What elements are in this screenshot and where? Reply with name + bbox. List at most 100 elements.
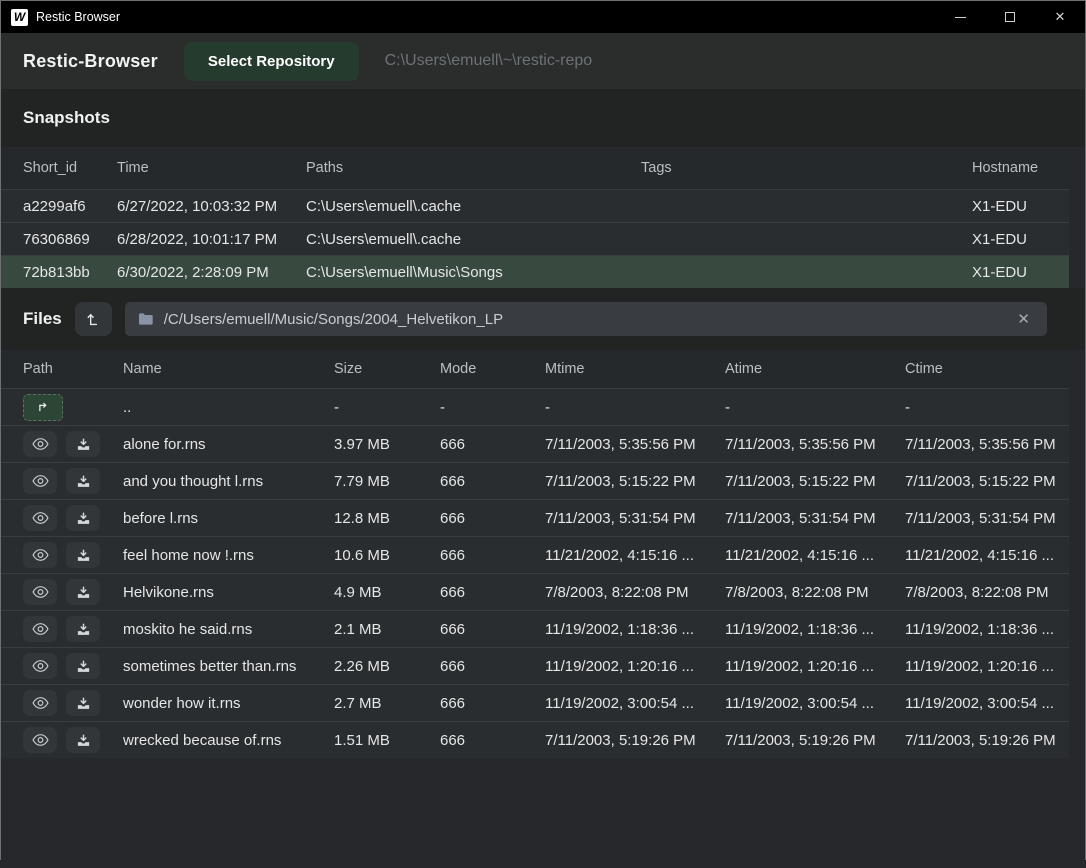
parent-ctime: - [905, 399, 1069, 416]
preview-file-button[interactable] [23, 542, 57, 568]
select-repository-button[interactable]: Select Repository [184, 42, 359, 81]
file-atime: 11/19/2002, 3:00:54 ... [725, 695, 905, 712]
column-header: Size [334, 361, 440, 377]
maximize-button[interactable] [985, 1, 1035, 33]
column-header: Short_id [23, 160, 117, 176]
file-ctime: 11/21/2002, 4:15:16 ... [905, 547, 1069, 564]
parent-mode: - [440, 399, 545, 416]
snapshots-section-header: Snapshots [1, 89, 1085, 147]
download-icon [76, 474, 91, 489]
snapshot-hostname: X1-EDU [972, 198, 1069, 215]
download-icon [76, 511, 91, 526]
empty-area [1, 758, 1085, 868]
file-mode: 666 [440, 658, 545, 675]
up-level-button[interactable] [75, 302, 112, 336]
preview-file-button[interactable] [23, 431, 57, 457]
file-row: and you thought l.rns 7.79 MB 666 7/11/2… [1, 462, 1069, 499]
column-header: Mode [440, 361, 545, 377]
eye-icon [32, 659, 49, 673]
file-size: 10.6 MB [334, 547, 440, 564]
restore-file-button[interactable] [66, 690, 100, 716]
file-mtime: 7/11/2003, 5:35:56 PM [545, 436, 725, 453]
file-atime: 11/19/2002, 1:18:36 ... [725, 621, 905, 638]
column-header: Name [123, 361, 334, 377]
eye-icon [32, 585, 49, 599]
download-icon [76, 696, 91, 711]
file-mtime: 7/11/2003, 5:19:26 PM [545, 732, 725, 749]
preview-file-button[interactable] [23, 468, 57, 494]
parent-size: - [334, 399, 440, 416]
preview-file-button[interactable] [23, 727, 57, 753]
snapshot-short-id: a2299af6 [23, 198, 117, 215]
file-name: before l.rns [123, 510, 334, 527]
download-icon [76, 585, 91, 600]
files-title: Files [23, 309, 62, 329]
restore-file-button[interactable] [66, 542, 100, 568]
file-ctime: 11/19/2002, 3:00:54 ... [905, 695, 1069, 712]
file-ctime: 11/19/2002, 1:18:36 ... [905, 621, 1069, 638]
file-mode: 666 [440, 695, 545, 712]
file-atime: 7/11/2003, 5:31:54 PM [725, 510, 905, 527]
snapshot-time: 6/28/2022, 10:01:17 PM [117, 231, 306, 248]
file-size: 4.9 MB [334, 584, 440, 601]
file-size: 2.26 MB [334, 658, 440, 675]
restore-file-button[interactable] [66, 579, 100, 605]
file-row: Helvikone.rns 4.9 MB 666 7/8/2003, 8:22:… [1, 573, 1069, 610]
file-row: moskito he said.rns 2.1 MB 666 11/19/200… [1, 610, 1069, 647]
snapshot-time: 6/27/2022, 10:03:32 PM [117, 198, 306, 215]
snapshot-row[interactable]: 76306869 6/28/2022, 10:01:17 PM C:\Users… [1, 222, 1069, 255]
file-name: and you thought l.rns [123, 473, 334, 490]
files-path-bar[interactable]: /C/Users/emuell/Music/Songs/2004_Helveti… [125, 302, 1047, 336]
snapshot-paths: C:\Users\emuell\Music\Songs [306, 264, 641, 281]
restore-file-button[interactable] [66, 468, 100, 494]
restore-file-button[interactable] [66, 431, 100, 457]
file-mode: 666 [440, 732, 545, 749]
file-mode: 666 [440, 547, 545, 564]
column-header: Tags [641, 160, 972, 176]
restore-file-button[interactable] [66, 653, 100, 679]
download-icon [76, 622, 91, 637]
window-title: Restic Browser [36, 10, 120, 24]
snapshot-row[interactable]: 72b813bb 6/30/2022, 2:28:09 PM C:\Users\… [1, 255, 1069, 288]
close-button[interactable]: ✕ [1035, 1, 1085, 33]
close-icon: ✕ [1055, 9, 1066, 25]
preview-file-button[interactable] [23, 616, 57, 642]
file-size: 3.97 MB [334, 436, 440, 453]
preview-file-button[interactable] [23, 505, 57, 531]
file-name: Helvikone.rns [123, 584, 334, 601]
preview-file-button[interactable] [23, 653, 57, 679]
file-size: 1.51 MB [334, 732, 440, 749]
restore-file-button[interactable] [66, 505, 100, 531]
file-row: wonder how it.rns 2.7 MB 666 11/19/2002,… [1, 684, 1069, 721]
file-mtime: 11/19/2002, 1:18:36 ... [545, 621, 725, 638]
eye-icon [32, 696, 49, 710]
snapshot-row[interactable]: a2299af6 6/27/2022, 10:03:32 PM C:\Users… [1, 189, 1069, 222]
go-to-parent-button[interactable] [23, 394, 63, 421]
file-mode: 666 [440, 436, 545, 453]
file-ctime: 7/11/2003, 5:35:56 PM [905, 436, 1069, 453]
file-row: wrecked because of.rns 1.51 MB 666 7/11/… [1, 721, 1069, 758]
download-icon [76, 659, 91, 674]
folder-icon [138, 312, 154, 326]
snapshot-hostname: X1-EDU [972, 264, 1069, 281]
minimize-button[interactable] [935, 1, 985, 33]
parent-directory-row[interactable]: .. - - - - - [1, 388, 1069, 425]
repository-path-field[interactable]: C:\Users\emuell\~\restic-repo [385, 52, 593, 70]
file-name: wonder how it.rns [123, 695, 334, 712]
file-name: wrecked because of.rns [123, 732, 334, 749]
file-mode: 666 [440, 510, 545, 527]
restore-file-button[interactable] [66, 616, 100, 642]
file-name: alone for.rns [123, 436, 334, 453]
maximize-icon [1005, 12, 1015, 22]
up-level-icon [85, 311, 102, 328]
file-mtime: 7/11/2003, 5:15:22 PM [545, 473, 725, 490]
parent-arrow-icon [35, 400, 51, 415]
column-header: Time [117, 160, 306, 176]
window-controls: ✕ [935, 1, 1085, 33]
preview-file-button[interactable] [23, 579, 57, 605]
restore-file-button[interactable] [66, 727, 100, 753]
eye-icon [32, 622, 49, 636]
files-section-header: Files /C/Users/emuell/Music/Songs/2004_H… [1, 288, 1085, 350]
preview-file-button[interactable] [23, 690, 57, 716]
clear-path-button[interactable]: ✕ [1013, 308, 1034, 330]
